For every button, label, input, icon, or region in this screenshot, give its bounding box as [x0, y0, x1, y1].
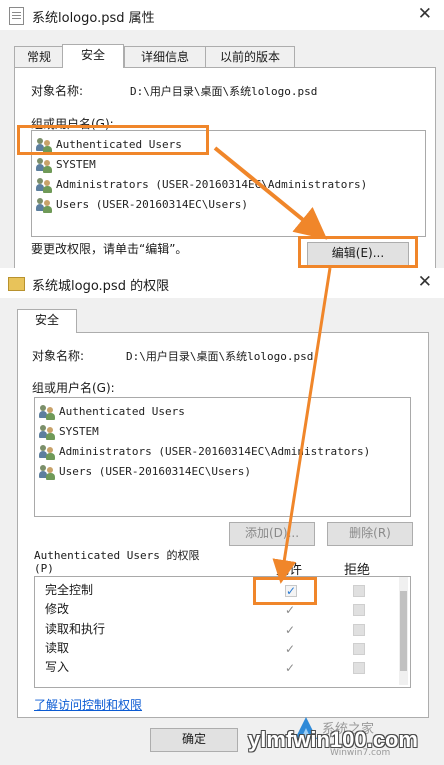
arrow-to-allow-checkbox	[272, 267, 332, 584]
watermark-brand: ylmfwin100.com	[248, 727, 418, 752]
tab-security[interactable]: 安全	[17, 309, 77, 333]
tab-security[interactable]: 安全	[62, 44, 124, 68]
annotation-arrows	[213, 146, 332, 584]
arrow-to-edit-button	[213, 146, 328, 240]
